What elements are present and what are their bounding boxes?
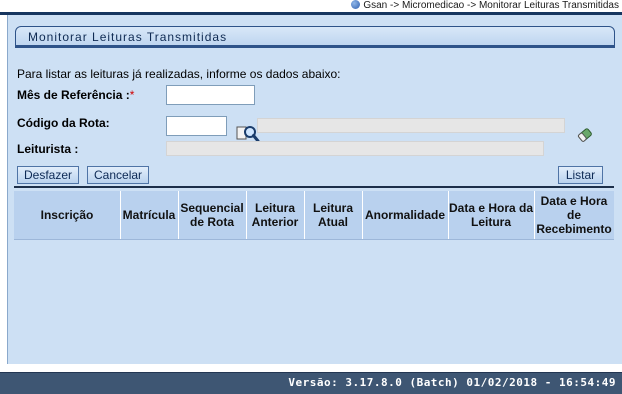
column-header-sequencial-de-rota: Sequencial de Rota xyxy=(178,191,247,239)
column-header-data-hora-leitura: Data e Hora da Leitura xyxy=(448,191,535,239)
page-header: Monitorar Leituras Transmitidas xyxy=(15,26,615,48)
leiturista-label: Leiturista : xyxy=(17,142,79,156)
form-intro: Para listar as leituras já realizadas, i… xyxy=(17,67,341,81)
codigo-rota-description xyxy=(257,118,565,133)
table-header: Inscrição Matrícula Sequencial de Rota L… xyxy=(14,191,614,240)
codigo-rota-input[interactable] xyxy=(166,116,227,136)
codigo-rota-label: Código da Rota: xyxy=(17,116,110,130)
breadcrumb-text: Gsan -> Micromedicao -> Monitorar Leitur… xyxy=(363,0,619,11)
main-panel: Monitorar Leituras Transmitidas Para lis… xyxy=(7,15,622,364)
mes-referencia-label: Mês de Referência :* xyxy=(17,88,134,102)
divider xyxy=(14,186,614,188)
version-text: Versão: 3.17.8.0 (Batch) 01/02/2018 - 16… xyxy=(288,376,616,389)
column-header-matricula: Matrícula xyxy=(120,191,179,239)
column-header-data-hora-recebimento: Data e Hora de Recebimento xyxy=(536,194,612,236)
column-header-inscricao: Inscrição xyxy=(14,191,121,239)
breadcrumb: Gsan -> Micromedicao -> Monitorar Leitur… xyxy=(351,0,619,11)
cancelar-button[interactable]: Cancelar xyxy=(87,166,150,184)
mes-referencia-label-text: Mês de Referência : xyxy=(17,88,130,102)
column-header-leitura-atual: Leitura Atual xyxy=(304,191,363,239)
globe-icon xyxy=(351,0,361,9)
footer: Versão: 3.17.8.0 (Batch) 01/02/2018 - 16… xyxy=(0,372,622,394)
desfazer-button[interactable]: Desfazer xyxy=(17,166,80,184)
column-header-anormalidade: Anormalidade xyxy=(362,191,449,239)
page-title: Monitorar Leituras Transmitidas xyxy=(28,30,228,44)
required-mark: * xyxy=(129,88,135,102)
mes-referencia-input[interactable] xyxy=(166,85,255,105)
leiturista-field xyxy=(166,141,544,156)
eraser-icon[interactable] xyxy=(576,126,594,144)
column-header-leitura-anterior: Leitura Anterior xyxy=(246,191,305,239)
listar-button[interactable]: Listar xyxy=(558,166,603,184)
